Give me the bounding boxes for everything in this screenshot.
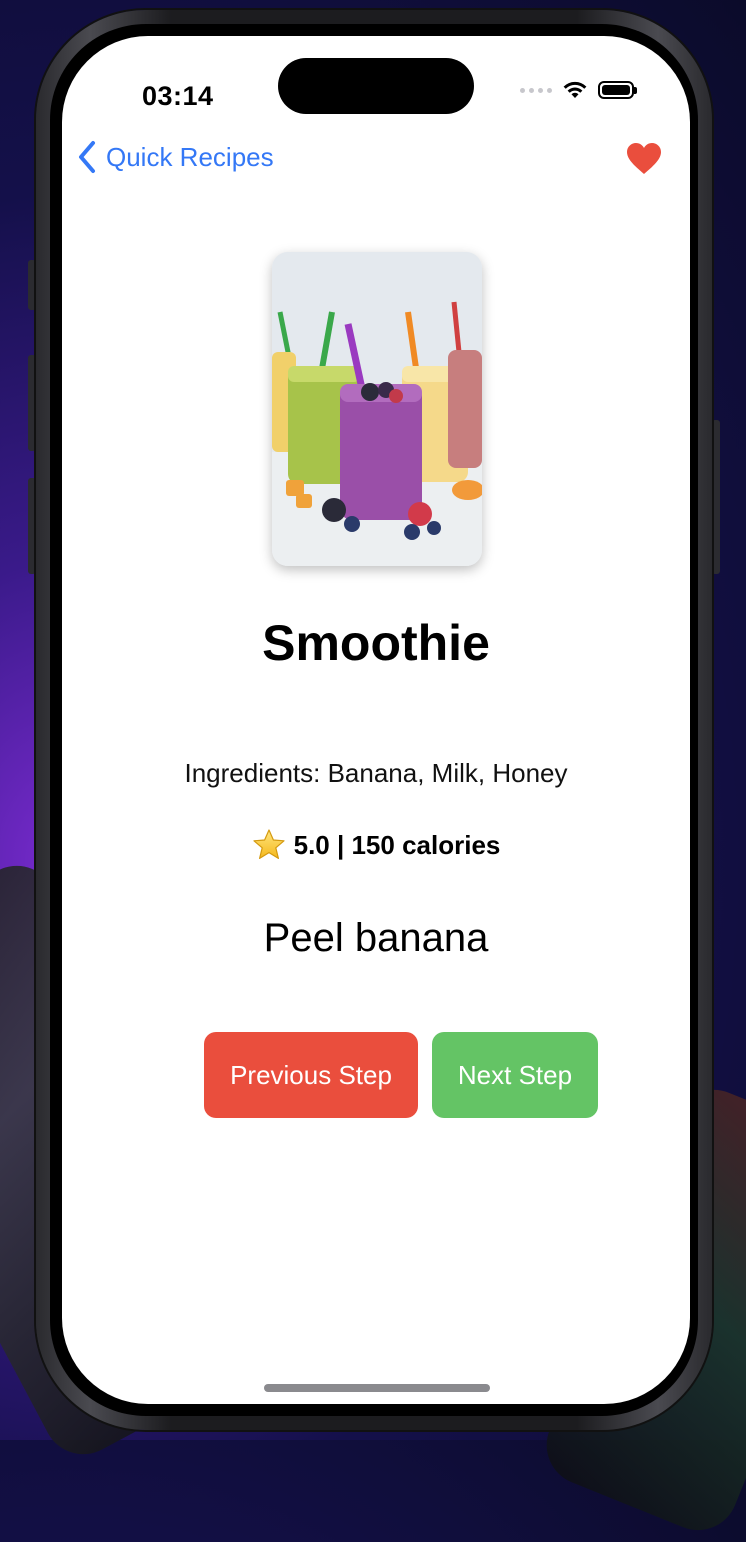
recipe-title: Smoothie: [262, 615, 490, 671]
action-button: [28, 260, 36, 310]
previous-step-button[interactable]: Previous Step: [204, 1032, 418, 1118]
back-button[interactable]: Quick Recipes: [76, 140, 274, 174]
phone-frame: 03:14 Quick Recipes Smoothie Ingredients…: [36, 10, 712, 1430]
rating-text: 5.0 | 150 calories: [293, 829, 501, 860]
star-icon: [253, 829, 285, 859]
rating-row: 5.0 | 150 calories: [62, 828, 690, 862]
app-screen: 03:14 Quick Recipes Smoothie Ingredients…: [62, 36, 690, 1404]
dynamic-island: [278, 58, 474, 114]
heart-icon[interactable]: [626, 142, 662, 176]
chevron-left-icon: [79, 141, 95, 173]
step-navigation: Previous Step Next Step: [204, 1032, 598, 1118]
power-button: [712, 420, 720, 574]
recipe-photo: [272, 252, 482, 566]
volume-down-button: [28, 478, 36, 574]
smoothie-image: [272, 252, 482, 566]
status-indicators: [520, 80, 637, 100]
battery-icon: [598, 81, 637, 99]
recipe-ingredients: Ingredients: Banana, Milk, Honey: [184, 758, 568, 788]
volume-up-button: [28, 355, 36, 451]
current-step-text: Peel banana: [263, 916, 489, 960]
wifi-icon: [563, 81, 587, 98]
back-button-label: Quick Recipes: [106, 141, 274, 172]
next-step-button[interactable]: Next Step: [432, 1032, 598, 1118]
cellular-signal-icon: [520, 87, 552, 93]
home-indicator[interactable]: [264, 1384, 490, 1392]
status-time: 03:14: [142, 81, 214, 111]
